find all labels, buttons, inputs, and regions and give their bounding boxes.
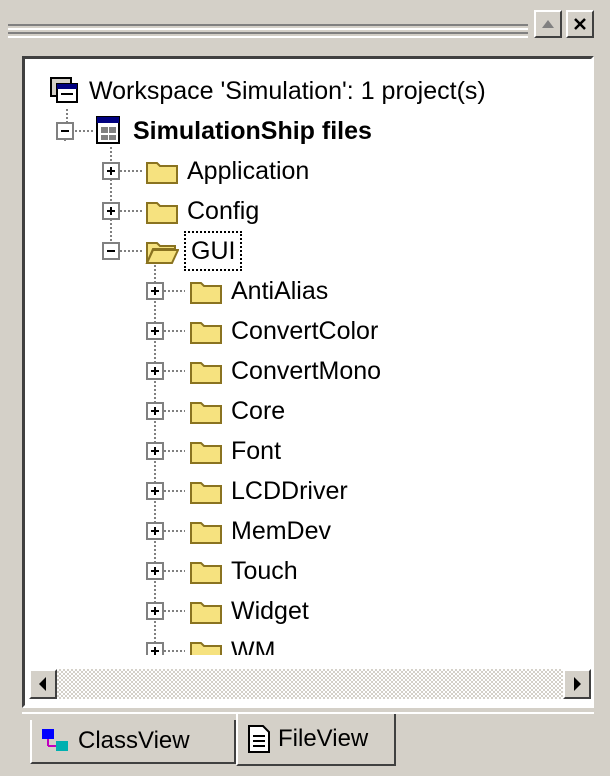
expand-toggle[interactable] [146, 562, 164, 580]
class-view-icon [42, 729, 68, 751]
minimize-button[interactable] [534, 10, 562, 38]
workspace-label: Workspace 'Simulation': 1 project(s) [89, 77, 486, 105]
file-view-icon [248, 725, 270, 753]
plus-icon [107, 167, 115, 175]
tree-item-folder[interactable]: Font [189, 431, 281, 471]
tree-item-folder[interactable]: Widget [189, 591, 309, 631]
folder-label: AntiAlias [231, 277, 329, 305]
folder-label: Widget [231, 597, 309, 625]
folder-icon [190, 522, 222, 544]
file-tree: Workspace 'Simulation': 1 project(s) Sim… [25, 59, 591, 665]
expand-toggle-config[interactable] [102, 202, 120, 220]
plus-icon [151, 607, 159, 615]
tree-item-project[interactable]: SimulationShip files [93, 111, 372, 151]
tree-item-folder[interactable]: Config [145, 191, 259, 231]
tab-label: ClassView [78, 727, 190, 754]
tree-item-folder[interactable]: MemDev [189, 511, 331, 551]
folder-label: ConvertMono [231, 357, 382, 385]
expand-toggle[interactable] [146, 442, 164, 460]
collapse-toggle-project[interactable] [56, 122, 74, 140]
folder-icon [190, 322, 222, 344]
plus-icon [151, 287, 159, 295]
tree-item-folder[interactable]: LCDDriver [189, 471, 348, 511]
tree-item-folder[interactable]: AntiAlias [189, 271, 328, 311]
expand-toggle[interactable] [146, 482, 164, 500]
toolbar-grip[interactable] [8, 24, 528, 30]
tree-item-folder[interactable]: Touch [189, 551, 298, 591]
tree-item-workspace[interactable]: Workspace 'Simulation': 1 project(s) [49, 71, 486, 111]
tree-item-folder[interactable]: ConvertMono [189, 351, 381, 391]
file-view-panel: Workspace 'Simulation': 1 project(s) Sim… [22, 56, 594, 708]
expand-toggle[interactable] [146, 322, 164, 340]
folder-label: Font [231, 437, 282, 465]
toolbar-grip-2 [8, 32, 528, 38]
plus-icon [151, 487, 159, 495]
folder-label: Application [187, 157, 310, 185]
minus-icon [61, 130, 69, 132]
scrollbar-track[interactable] [57, 669, 563, 699]
plus-icon [151, 407, 159, 415]
expand-toggle[interactable] [146, 282, 164, 300]
folder-icon [190, 442, 222, 464]
triangle-up-icon [542, 20, 554, 28]
expand-toggle[interactable] [146, 402, 164, 420]
folder-icon [190, 362, 222, 384]
horizontal-scrollbar[interactable] [25, 655, 591, 705]
folder-label: MemDev [231, 517, 332, 545]
arrow-right-icon [574, 677, 581, 691]
scroll-left-button[interactable] [29, 669, 57, 699]
folder-icon [190, 562, 222, 584]
expand-toggle-application[interactable] [102, 162, 120, 180]
arrow-left-icon [39, 677, 46, 691]
collapse-toggle-gui[interactable] [102, 242, 120, 260]
folder-icon [190, 482, 222, 504]
tab-label: FileView [278, 725, 369, 752]
folder-label: LCDDriver [231, 477, 348, 505]
tab-classview[interactable]: ClassView [30, 720, 236, 764]
tree-item-folder[interactable]: Application [145, 151, 309, 191]
folder-label: ConvertColor [231, 317, 379, 345]
expand-toggle[interactable] [146, 522, 164, 540]
plus-icon [107, 207, 115, 215]
expand-toggle[interactable] [146, 362, 164, 380]
plus-icon [151, 367, 159, 375]
plus-icon [151, 567, 159, 575]
plus-icon [151, 447, 159, 455]
folder-icon [190, 282, 222, 304]
folder-icon [146, 202, 178, 224]
close-icon [574, 18, 586, 30]
tab-fileview[interactable]: FileView [236, 714, 396, 766]
folder-label: Core [231, 397, 286, 425]
folder-icon [190, 402, 222, 424]
plus-icon [151, 527, 159, 535]
scroll-right-button[interactable] [563, 669, 591, 699]
open-folder-icon [145, 242, 179, 264]
folder-label: Touch [231, 557, 298, 585]
folder-label: GUI [183, 231, 243, 271]
project-label: SimulationShip files [133, 117, 372, 145]
folder-icon [190, 602, 222, 624]
plus-icon [151, 327, 159, 335]
tree-item-folder-selected[interactable]: GUI [145, 231, 243, 271]
project-icon [96, 116, 120, 144]
tree-item-folder[interactable]: ConvertColor [189, 311, 378, 351]
expand-toggle[interactable] [146, 602, 164, 620]
tree-item-folder[interactable]: Core [189, 391, 285, 431]
folder-icon [146, 162, 178, 184]
close-button[interactable] [566, 10, 594, 38]
folder-label: Config [187, 197, 260, 225]
workspace-icon [50, 77, 78, 103]
minus-icon [107, 250, 115, 252]
